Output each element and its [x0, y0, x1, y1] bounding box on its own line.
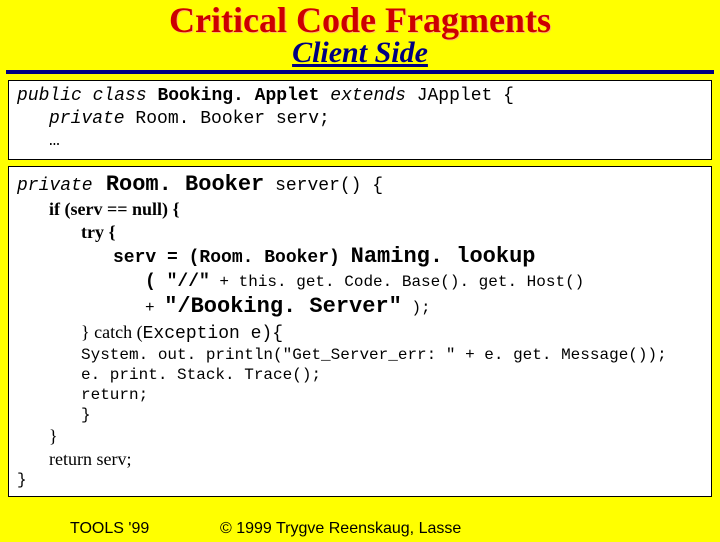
catch-lead: } catch (	[81, 322, 143, 342]
code-line: private Room. Booker serv;	[17, 108, 703, 131]
code-line: ( "//" + this. get. Code. Base(). get. H…	[17, 271, 703, 294]
code-line: + "/Booking. Server" );	[17, 293, 703, 321]
code-block-1: public class Booking. Applet extends JAp…	[8, 80, 712, 160]
code-tail: server() {	[264, 176, 383, 196]
catch-tail: Exception e){	[143, 324, 283, 344]
class-name: Booking. Applet	[157, 86, 319, 106]
call-name: Naming. lookup	[351, 244, 536, 269]
return-type: Room. Booker	[93, 172, 265, 197]
title-rule	[6, 70, 714, 74]
code-line: }	[17, 425, 703, 448]
code-line: …	[17, 130, 703, 153]
kw-public: public	[17, 86, 82, 106]
footer-right: © 1999 Trygve Reenskaug, Lasse	[220, 520, 461, 538]
code-line: private Room. Booker server() {	[17, 171, 703, 199]
code-line: if (serv == null) {	[17, 198, 703, 221]
code-line: public class Booking. Applet extends JAp…	[17, 85, 703, 108]
code-tail: );	[402, 299, 431, 317]
footer-left: TOOLS '99	[70, 520, 149, 538]
kw-private: private	[17, 176, 93, 196]
string-literal: "/Booking. Server"	[164, 294, 402, 319]
kw-private: private	[49, 109, 125, 129]
code-line: return serv;	[17, 448, 703, 471]
code-line: serv = (Room. Booker) Naming. lookup	[17, 243, 703, 271]
code-line: }	[17, 405, 703, 425]
code-lead: +	[145, 299, 164, 317]
code-block-2: private Room. Booker server() { if (serv…	[8, 166, 712, 498]
code-line: return;	[17, 385, 703, 405]
code-tail: + this. get. Code. Base(). get. Host()	[210, 273, 584, 291]
code-line: try {	[17, 221, 703, 244]
code-line: e. print. Stack. Trace();	[17, 365, 703, 385]
slide-title: Critical Code Fragments	[0, 2, 720, 38]
kw-extends: extends	[319, 86, 405, 106]
code-tail: JApplet {	[406, 86, 514, 106]
code-lead: ( "//"	[145, 272, 210, 292]
kw-class: class	[82, 86, 158, 106]
code-tail: Room. Booker serv;	[125, 109, 330, 129]
code-line: }	[17, 470, 703, 490]
code-lead: serv = (Room. Booker)	[113, 248, 351, 268]
code-line: System. out. println("Get_Server_err: " …	[17, 345, 703, 365]
code-line: } catch (Exception e){	[17, 321, 703, 346]
slide-subtitle: Client Side	[0, 36, 720, 70]
